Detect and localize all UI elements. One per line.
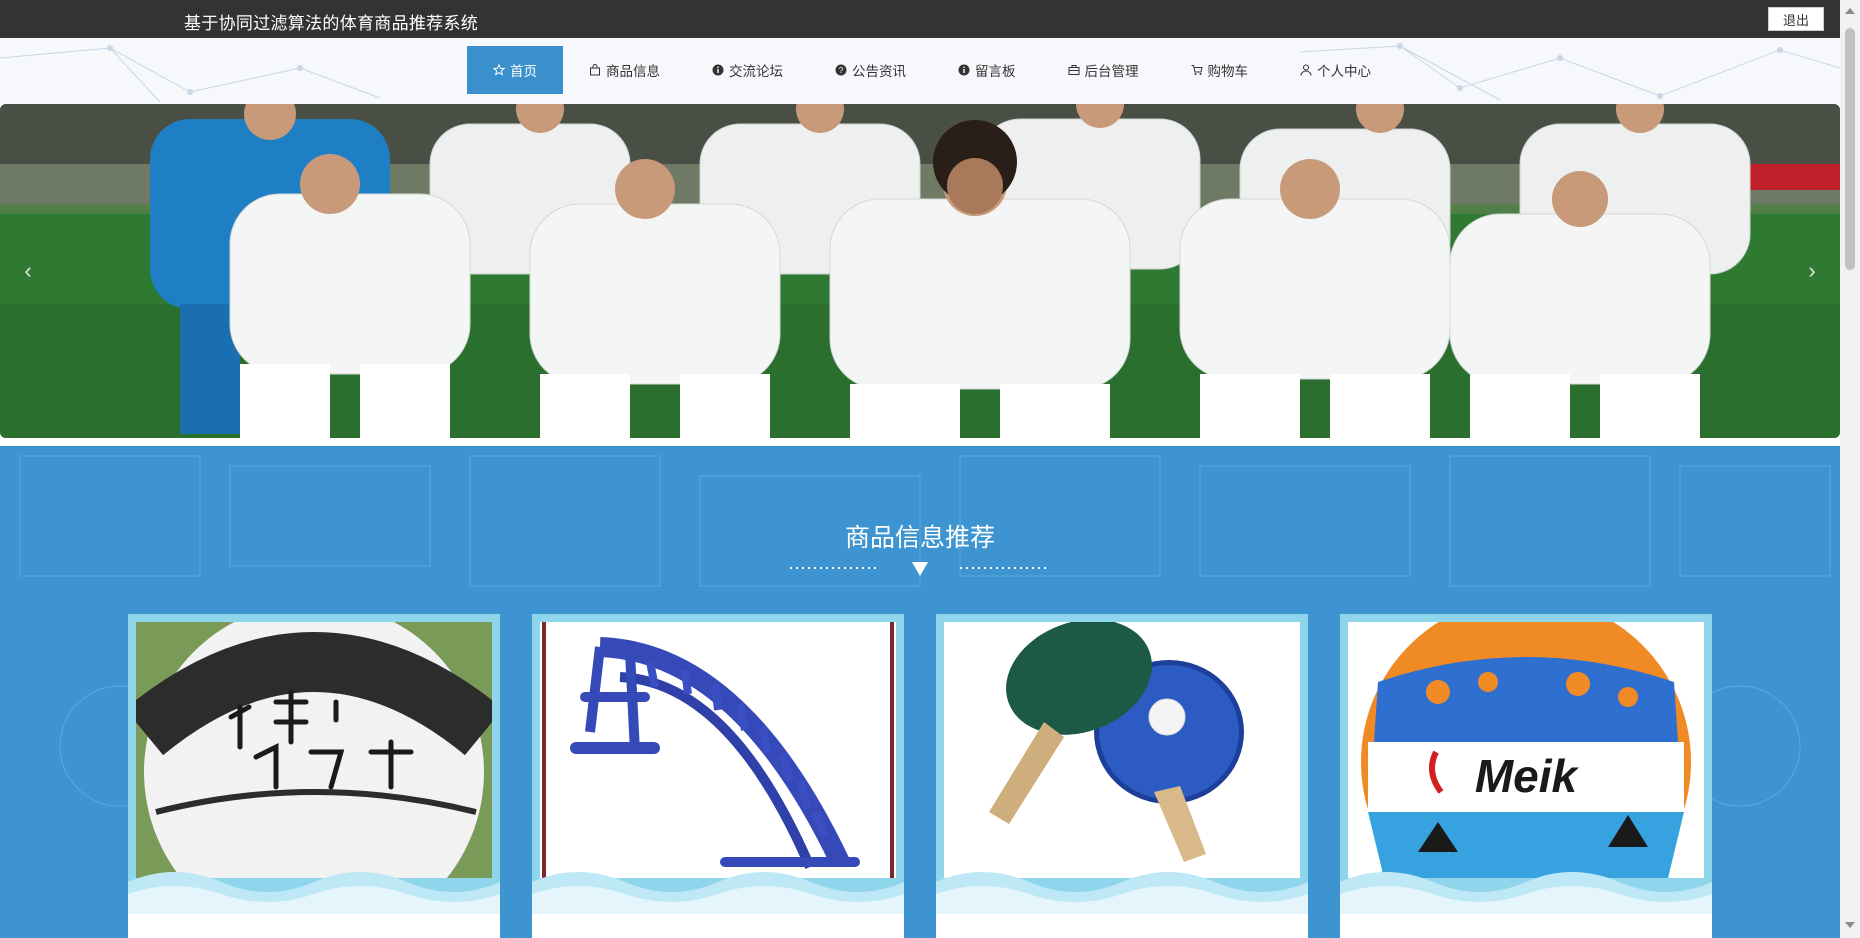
nav-item-cart[interactable]: 购物车: [1165, 46, 1275, 94]
question-icon: ?: [835, 64, 847, 76]
next-slide-button[interactable]: ›: [1800, 256, 1824, 286]
nav-item-admin[interactable]: 后台管理: [1042, 46, 1165, 94]
carousel-dot-2[interactable]: [919, 426, 930, 435]
nav-item-label: 交流论坛: [729, 64, 783, 79]
product-image-volleyball[interactable]: Meik: [1348, 622, 1704, 878]
product-image-basketball[interactable]: [136, 622, 492, 878]
product-card-2[interactable]: [532, 614, 904, 938]
card-footer: [532, 914, 904, 938]
product-card-3[interactable]: [936, 614, 1308, 938]
nav-item-forum[interactable]: 交流论坛: [686, 46, 809, 94]
card-footer: [936, 914, 1308, 938]
top-bar: 基于协同过滤算法的体育商品推荐系统 退出: [0, 0, 1840, 38]
user-icon: [1300, 64, 1312, 76]
nav-bar: 首页 商品信息 交流论坛 ? 公告资讯 留言板 后台管理 购物车 个人中心: [467, 46, 1397, 94]
page-scrollbar[interactable]: [1840, 0, 1860, 938]
carousel-dot-3[interactable]: [936, 426, 947, 435]
basketball-image: [136, 622, 492, 878]
carousel-indicators: [892, 426, 947, 435]
volleyball-image: Meik: [1348, 622, 1704, 878]
nav-item-announcements[interactable]: ? 公告资讯: [809, 46, 932, 94]
team-photo-image: [0, 104, 1840, 438]
card-wave-decoration: [1340, 872, 1712, 918]
briefcase-icon: [1068, 65, 1079, 75]
nav-item-label: 个人中心: [1317, 64, 1371, 79]
chevron-left-icon: ‹: [24, 258, 32, 283]
nav-item-label: 留言板: [975, 64, 1016, 79]
section-title: 商品信息推荐: [844, 524, 995, 552]
recommend-section: 商品信息推荐 Meik: [0, 446, 1840, 938]
chevron-right-icon: ›: [1808, 258, 1816, 283]
logout-button[interactable]: 退出: [1768, 7, 1824, 31]
product-image-situp-bench[interactable]: [540, 622, 896, 878]
card-wave-decoration: [936, 872, 1308, 918]
carousel-dot-1[interactable]: [892, 426, 913, 435]
scroll-up-icon[interactable]: [1845, 8, 1855, 14]
nav-item-label: 后台管理: [1084, 64, 1139, 79]
prev-slide-button[interactable]: ‹: [16, 256, 40, 286]
product-card-4[interactable]: Meik: [1340, 614, 1712, 938]
bag-icon: [590, 64, 600, 76]
cart-icon: [1191, 65, 1203, 75]
title-divider: [790, 562, 1050, 576]
nav-item-label: 购物车: [1207, 64, 1249, 79]
nav-item-profile[interactable]: 个人中心: [1274, 46, 1397, 94]
product-image-ping-pong[interactable]: [944, 622, 1300, 878]
main-navigation: 首页 商品信息 交流论坛 ? 公告资讯 留言板 后台管理 购物车 个人中心: [0, 38, 1840, 104]
site-title: 基于协同过滤算法的体育商品推荐系统: [184, 14, 479, 33]
nav-item-label: 首页: [510, 64, 537, 79]
card-footer: [1340, 914, 1712, 938]
card-wave-decoration: [128, 872, 500, 918]
svg-text:?: ?: [839, 66, 844, 75]
product-card-1[interactable]: [128, 614, 500, 938]
card-wave-decoration: [532, 872, 904, 918]
nav-item-products[interactable]: 商品信息: [563, 46, 686, 94]
nav-item-label: 商品信息: [606, 64, 660, 79]
down-arrow-icon: [912, 562, 928, 576]
brand-logo: Meik: [1475, 750, 1580, 802]
info-icon: [958, 64, 970, 76]
nav-item-message-board[interactable]: 留言板: [932, 46, 1042, 94]
star-icon: [493, 64, 505, 76]
sit-up-bench-image: [540, 622, 896, 878]
nav-item-label: 公告资讯: [852, 64, 906, 79]
nav-item-home[interactable]: 首页: [467, 46, 563, 94]
banner-carousel[interactable]: ‹ ›: [0, 104, 1840, 438]
scrollbar-thumb[interactable]: [1845, 28, 1855, 270]
card-footer: [128, 914, 500, 938]
info-icon: [712, 64, 724, 76]
scroll-down-icon[interactable]: [1845, 922, 1855, 928]
ping-pong-paddles-image: [944, 622, 1300, 878]
